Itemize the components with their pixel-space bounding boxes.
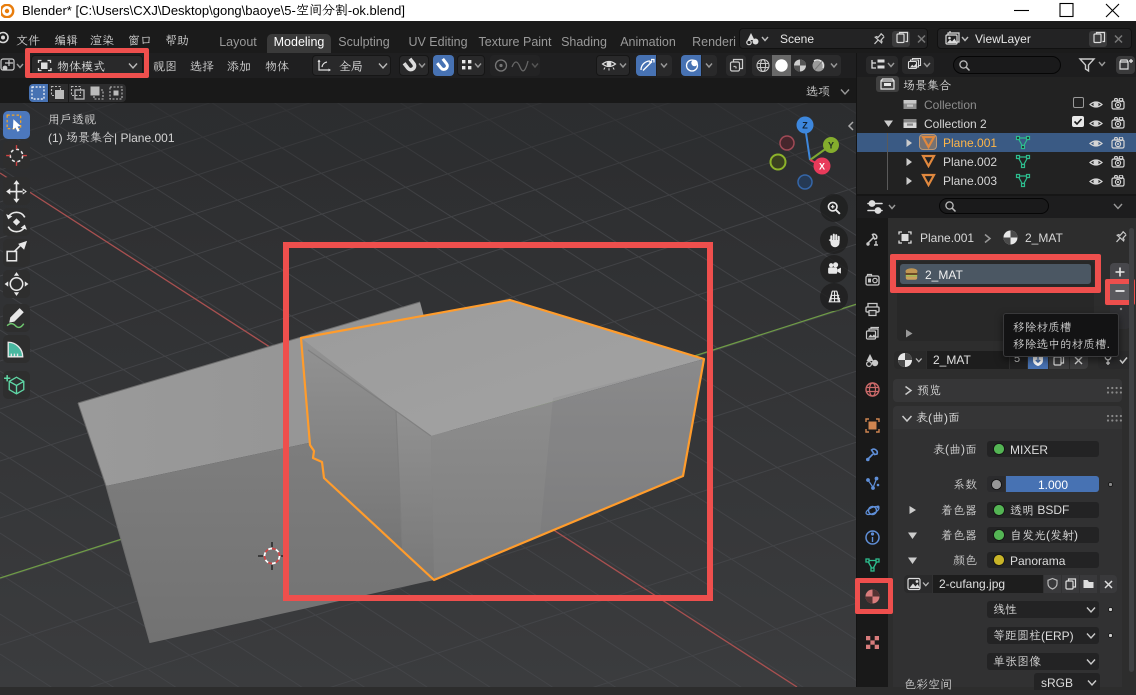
svg-text:Z: Z [802,121,808,131]
svg-text:X: X [819,162,825,172]
svg-text:Y: Y [828,141,834,151]
